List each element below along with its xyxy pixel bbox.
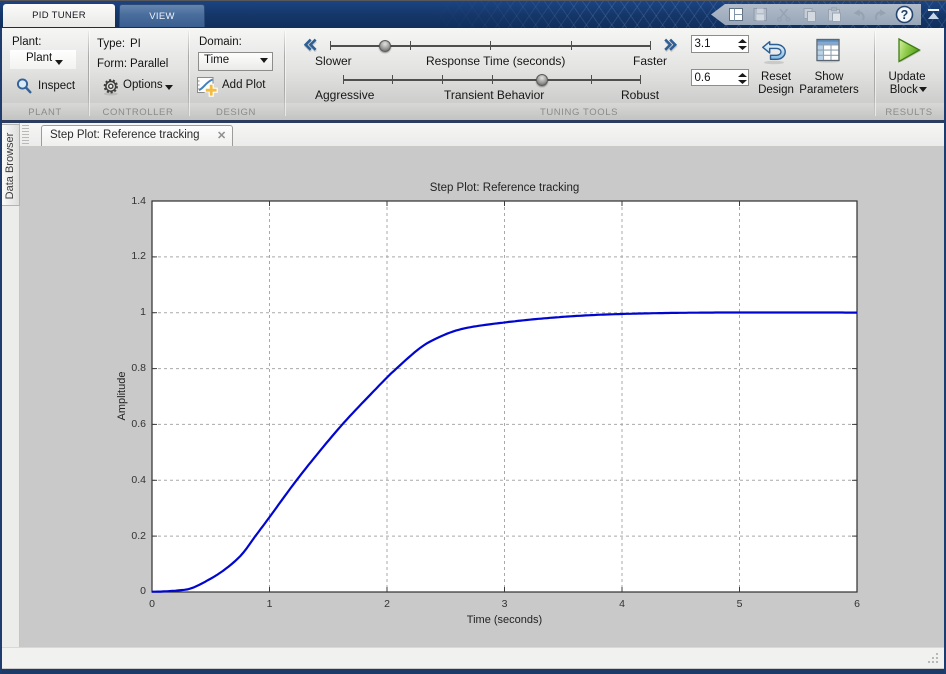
svg-text:?: ? (901, 8, 909, 22)
